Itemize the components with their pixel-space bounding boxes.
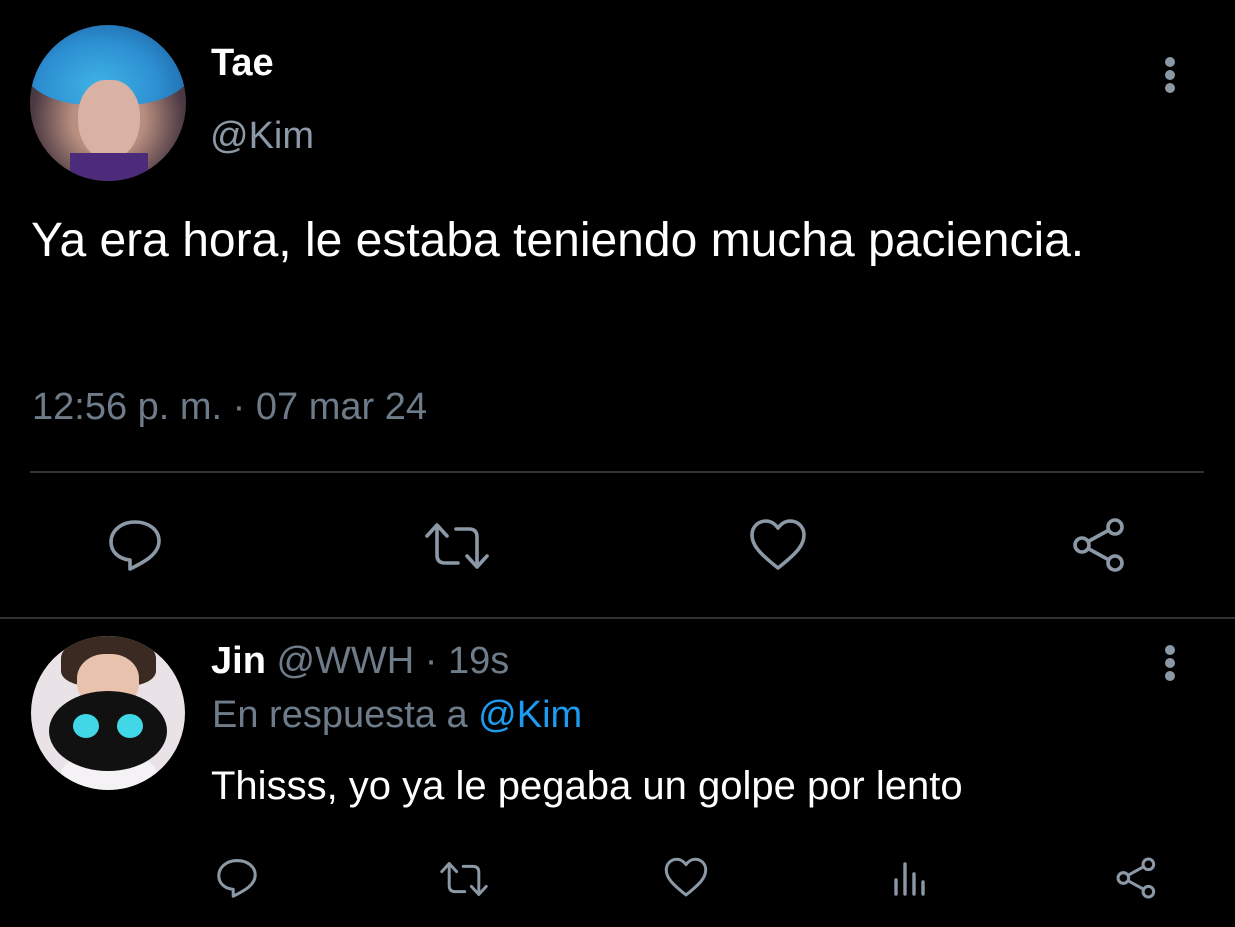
reply-author-handle[interactable]: @WWH — [276, 640, 414, 682]
views-icon[interactable] — [891, 858, 931, 898]
reply-separator: · — [424, 640, 438, 682]
tweet-text: Ya era hora, le estaba teniendo mucha pa… — [31, 214, 1085, 267]
reply-icon[interactable] — [215, 856, 259, 900]
mention-link[interactable]: @Kim — [478, 694, 582, 736]
reply-header: Jin @WWH · 19s — [211, 640, 509, 683]
reply-age[interactable]: 19s — [448, 640, 509, 682]
retweet-icon[interactable] — [424, 519, 490, 573]
avatar-face — [78, 80, 140, 160]
avatar-collar — [70, 153, 148, 181]
like-icon[interactable] — [664, 857, 708, 898]
in-reply-prefix: En respuesta a — [212, 694, 468, 736]
author-name[interactable]: Tae — [211, 42, 274, 85]
more-options-icon[interactable] — [1158, 643, 1182, 683]
reply-text: Thisss, yo ya le pegaba un golpe por len… — [211, 764, 963, 808]
in-reply-to: En respuesta a @Kim — [212, 694, 582, 737]
more-options-icon[interactable] — [1158, 55, 1182, 95]
author-handle[interactable]: @Kim — [210, 115, 314, 158]
avatar-plush — [49, 691, 167, 771]
section-divider — [0, 617, 1235, 619]
avatar-tae[interactable] — [30, 25, 186, 181]
retweet-icon[interactable] — [439, 859, 489, 899]
plush-eye — [117, 714, 143, 738]
tweet-timestamp[interactable]: 12:56 p. m. · 07 mar 24 — [32, 386, 427, 429]
plush-eye — [73, 714, 99, 738]
share-icon[interactable] — [1115, 856, 1159, 900]
reply-author-name[interactable]: Jin — [211, 640, 266, 682]
reply-icon[interactable] — [106, 516, 164, 574]
share-icon[interactable] — [1071, 516, 1129, 574]
avatar-jin[interactable] — [31, 636, 185, 790]
like-icon[interactable] — [749, 518, 807, 572]
divider — [30, 471, 1204, 473]
